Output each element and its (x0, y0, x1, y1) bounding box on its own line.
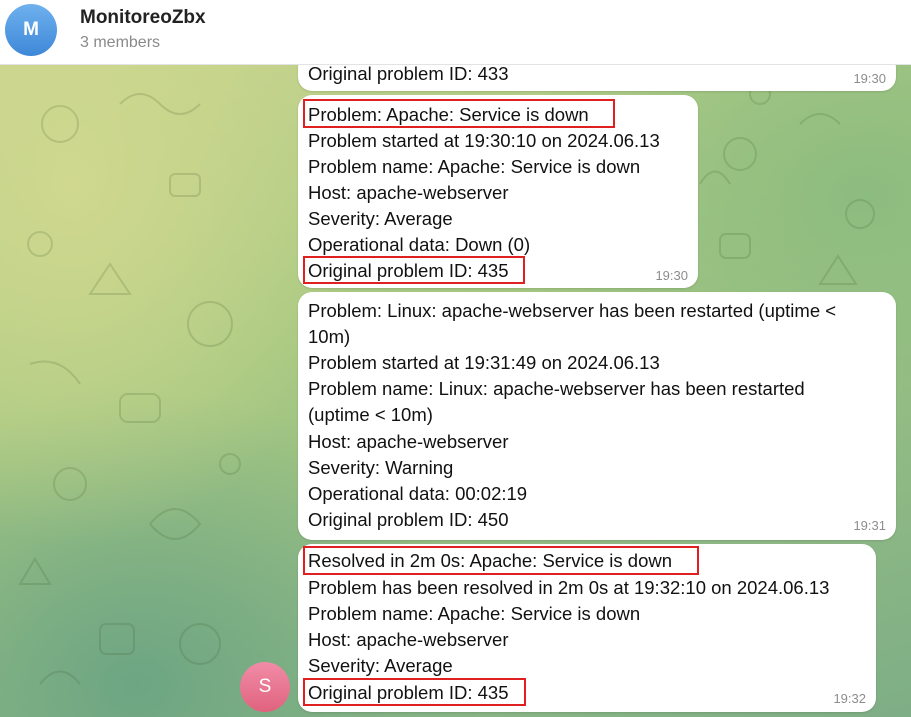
message-line: Operational data: Down (0) (308, 234, 531, 255)
message-line: Severity: Warning (308, 457, 454, 478)
message-line: Severity: Average (308, 655, 453, 676)
message-line: Host: apache-webserver (308, 629, 509, 650)
chat-header[interactable]: M MonitoreoZbx 3 members (0, 0, 911, 65)
group-avatar[interactable]: M (5, 4, 57, 56)
message-line: 10m) (308, 326, 351, 347)
message-line: Problem has been resolved in 2m 0s at 19… (308, 577, 830, 598)
message-bubble[interactable]: Problem: Apache: Service is down Problem… (298, 95, 698, 288)
message-time: 19:32 (833, 691, 866, 706)
message-line: Problem name: Apache: Service is down (308, 603, 641, 624)
message-line: Original problem ID: 450 (308, 509, 509, 530)
sender-avatar[interactable]: S (240, 662, 290, 712)
message-line: Host: apache-webserver (308, 182, 509, 203)
message-line: Problem: Linux: apache-webserver has bee… (308, 300, 837, 321)
message-line: Original problem ID: 433 (308, 64, 509, 84)
message-bubble[interactable]: Original problem ID: 433 19:30 (298, 64, 896, 91)
chat-title: MonitoreoZbx (80, 7, 206, 28)
message-line: Problem name: Linux: apache-webserver ha… (308, 378, 805, 399)
highlight-box (303, 99, 615, 128)
message-bubble[interactable]: Problem: Linux: apache-webserver has bee… (298, 292, 896, 540)
highlight-box (303, 256, 525, 284)
message-line: Problem started at 19:30:10 on 2024.06.1… (308, 130, 660, 151)
message-line: (uptime < 10m) (308, 404, 433, 425)
chat-area[interactable]: Original problem ID: 433 19:30 Problem: … (0, 64, 911, 717)
message-line: Problem name: Apache: Service is down (308, 156, 641, 177)
highlight-box (303, 546, 699, 575)
message-line: Problem started at 19:31:49 on 2024.06.1… (308, 352, 660, 373)
message-time: 19:30 (853, 71, 886, 86)
message-bubble[interactable]: Resolved in 2m 0s: Apache: Service is do… (298, 544, 876, 712)
message-line: Severity: Average (308, 208, 453, 229)
message-line: Operational data: 00:02:19 (308, 483, 528, 504)
message-time: 19:31 (853, 518, 886, 533)
member-count: 3 members (80, 34, 161, 51)
message-line: Host: apache-webserver (308, 431, 509, 452)
highlight-box (303, 678, 526, 706)
message-time: 19:30 (655, 268, 688, 283)
